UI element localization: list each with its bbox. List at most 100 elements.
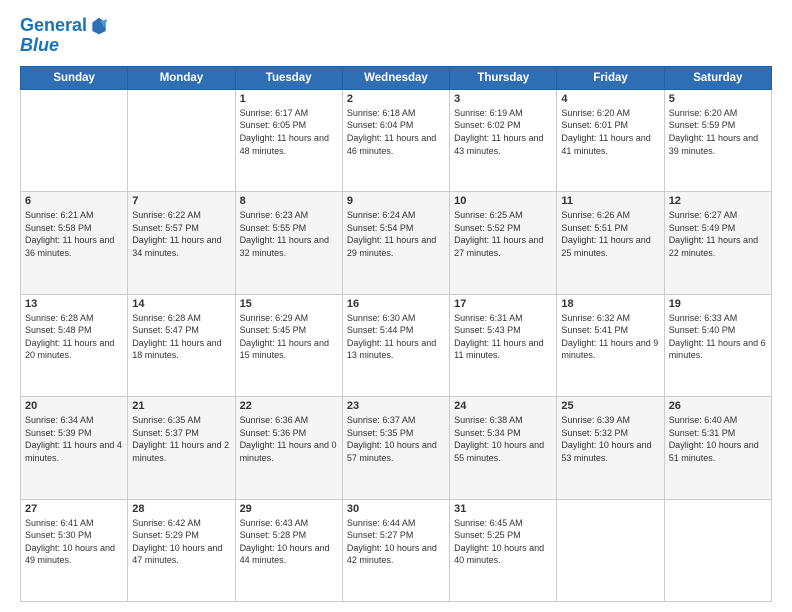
day-number: 16	[347, 298, 445, 310]
day-number: 2	[347, 93, 445, 105]
day-info: Sunrise: 6:27 AM Sunset: 5:49 PM Dayligh…	[669, 209, 767, 259]
day-cell: 30Sunrise: 6:44 AM Sunset: 5:27 PM Dayli…	[342, 499, 449, 601]
day-number: 8	[240, 195, 338, 207]
day-number: 22	[240, 400, 338, 412]
day-cell: 19Sunrise: 6:33 AM Sunset: 5:40 PM Dayli…	[664, 294, 771, 396]
day-cell: 10 Sunrise: 6:25 AM Sunset: 5:52 PM Dayli…	[450, 192, 557, 294]
day-number: 29	[240, 503, 338, 515]
day-info: Sunrise: 6:41 AM Sunset: 5:30 PM Dayligh…	[25, 517, 123, 567]
day-cell	[557, 499, 664, 601]
day-cell: 8 Sunrise: 6:23 AM Sunset: 5:55 PM Daylig…	[235, 192, 342, 294]
weekday-monday: Monday	[128, 66, 235, 89]
day-cell: 17 Sunrise: 6:31 AM Sunset: 5:43 PM Dayli…	[450, 294, 557, 396]
day-number: 4	[561, 93, 659, 105]
day-info: Sunrise: 6:22 AM Sunset: 5:57 PM Dayligh…	[132, 209, 230, 259]
day-info: Sunrise: 6:40 AM Sunset: 5:31 PM Dayligh…	[669, 414, 767, 464]
day-number: 1	[240, 93, 338, 105]
day-info: Sunrise: 6:19 AM Sunset: 6:02 PM Dayligh…	[454, 107, 552, 157]
week-row-4: 27 Sunrise: 6:41 AM Sunset: 5:30 PM Dayli…	[21, 499, 772, 601]
day-info: Sunrise: 6:23 AM Sunset: 5:55 PM Dayligh…	[240, 209, 338, 259]
logo-text: General	[20, 16, 87, 36]
day-info: Sunrise: 6:42 AM Sunset: 5:29 PM Dayligh…	[132, 517, 230, 567]
day-cell: 6 Sunrise: 6:21 AM Sunset: 5:58 PM Daylig…	[21, 192, 128, 294]
day-number: 17	[454, 298, 552, 310]
weekday-saturday: Saturday	[664, 66, 771, 89]
day-info: Sunrise: 6:21 AM Sunset: 5:58 PM Dayligh…	[25, 209, 123, 259]
day-cell: 2 Sunrise: 6:18 AM Sunset: 6:04 PM Daylig…	[342, 89, 449, 191]
day-info: Sunrise: 6:25 AM Sunset: 5:52 PM Dayligh…	[454, 209, 552, 259]
day-info: Sunrise: 6:20 AM Sunset: 6:01 PM Dayligh…	[561, 107, 659, 157]
day-number: 10	[454, 195, 552, 207]
weekday-header-row: SundayMondayTuesdayWednesdayThursdayFrid…	[21, 66, 772, 89]
weekday-wednesday: Wednesday	[342, 66, 449, 89]
week-row-3: 20 Sunrise: 6:34 AM Sunset: 5:39 PM Dayli…	[21, 397, 772, 499]
day-info: Sunrise: 6:39 AM Sunset: 5:32 PM Dayligh…	[561, 414, 659, 464]
day-info: Sunrise: 6:43 AM Sunset: 5:28 PM Dayligh…	[240, 517, 338, 567]
day-info: Sunrise: 6:24 AM Sunset: 5:54 PM Dayligh…	[347, 209, 445, 259]
weekday-thursday: Thursday	[450, 66, 557, 89]
day-cell: 21Sunrise: 6:35 AM Sunset: 5:37 PM Dayli…	[128, 397, 235, 499]
logo-blue: Blue	[20, 36, 109, 56]
day-cell: 9 Sunrise: 6:24 AM Sunset: 5:54 PM Daylig…	[342, 192, 449, 294]
day-cell: 31 Sunrise: 6:45 AM Sunset: 5:25 PM Dayli…	[450, 499, 557, 601]
weekday-tuesday: Tuesday	[235, 66, 342, 89]
day-info: Sunrise: 6:18 AM Sunset: 6:04 PM Dayligh…	[347, 107, 445, 157]
day-cell: 1 Sunrise: 6:17 AM Sunset: 6:05 PM Daylig…	[235, 89, 342, 191]
day-number: 23	[347, 400, 445, 412]
day-number: 9	[347, 195, 445, 207]
day-number: 25	[561, 400, 659, 412]
day-cell: 27 Sunrise: 6:41 AM Sunset: 5:30 PM Dayli…	[21, 499, 128, 601]
day-number: 15	[240, 298, 338, 310]
page: General Blue SundayMondayTuesdayWednesda…	[0, 0, 792, 612]
logo-icon	[89, 16, 109, 36]
day-info: Sunrise: 6:45 AM Sunset: 5:25 PM Dayligh…	[454, 517, 552, 567]
day-cell	[21, 89, 128, 191]
day-cell: 13Sunrise: 6:28 AM Sunset: 5:48 PM Dayli…	[21, 294, 128, 396]
day-info: Sunrise: 6:44 AM Sunset: 5:27 PM Dayligh…	[347, 517, 445, 567]
day-cell: 11 Sunrise: 6:26 AM Sunset: 5:51 PM Dayli…	[557, 192, 664, 294]
day-info: Sunrise: 6:37 AM Sunset: 5:35 PM Dayligh…	[347, 414, 445, 464]
day-number: 28	[132, 503, 230, 515]
day-number: 31	[454, 503, 552, 515]
day-cell: 4 Sunrise: 6:20 AM Sunset: 6:01 PM Daylig…	[557, 89, 664, 191]
calendar: SundayMondayTuesdayWednesdayThursdayFrid…	[20, 66, 772, 602]
day-cell: 18 Sunrise: 6:32 AM Sunset: 5:41 PM Dayli…	[557, 294, 664, 396]
day-cell: 12Sunrise: 6:27 AM Sunset: 5:49 PM Dayli…	[664, 192, 771, 294]
day-number: 24	[454, 400, 552, 412]
day-number: 26	[669, 400, 767, 412]
day-cell: 5Sunrise: 6:20 AM Sunset: 5:59 PM Daylig…	[664, 89, 771, 191]
day-number: 7	[132, 195, 230, 207]
day-info: Sunrise: 6:30 AM Sunset: 5:44 PM Dayligh…	[347, 312, 445, 362]
week-row-1: 6 Sunrise: 6:21 AM Sunset: 5:58 PM Daylig…	[21, 192, 772, 294]
day-number: 20	[25, 400, 123, 412]
day-cell: 29 Sunrise: 6:43 AM Sunset: 5:28 PM Dayli…	[235, 499, 342, 601]
day-info: Sunrise: 6:35 AM Sunset: 5:37 PM Dayligh…	[132, 414, 230, 464]
day-info: Sunrise: 6:17 AM Sunset: 6:05 PM Dayligh…	[240, 107, 338, 157]
day-cell: 15 Sunrise: 6:29 AM Sunset: 5:45 PM Dayli…	[235, 294, 342, 396]
day-info: Sunrise: 6:32 AM Sunset: 5:41 PM Dayligh…	[561, 312, 659, 362]
day-cell: 3 Sunrise: 6:19 AM Sunset: 6:02 PM Daylig…	[450, 89, 557, 191]
day-info: Sunrise: 6:31 AM Sunset: 5:43 PM Dayligh…	[454, 312, 552, 362]
weekday-sunday: Sunday	[21, 66, 128, 89]
day-cell: 16 Sunrise: 6:30 AM Sunset: 5:44 PM Dayli…	[342, 294, 449, 396]
day-cell	[664, 499, 771, 601]
day-info: Sunrise: 6:29 AM Sunset: 5:45 PM Dayligh…	[240, 312, 338, 362]
header: General Blue	[20, 16, 772, 56]
day-number: 3	[454, 93, 552, 105]
day-cell: 26 Sunrise: 6:40 AM Sunset: 5:31 PM Dayli…	[664, 397, 771, 499]
day-info: Sunrise: 6:28 AM Sunset: 5:48 PM Dayligh…	[25, 312, 123, 362]
week-row-2: 13Sunrise: 6:28 AM Sunset: 5:48 PM Dayli…	[21, 294, 772, 396]
day-number: 27	[25, 503, 123, 515]
day-info: Sunrise: 6:26 AM Sunset: 5:51 PM Dayligh…	[561, 209, 659, 259]
weekday-friday: Friday	[557, 66, 664, 89]
day-cell: 14Sunrise: 6:28 AM Sunset: 5:47 PM Dayli…	[128, 294, 235, 396]
day-info: Sunrise: 6:34 AM Sunset: 5:39 PM Dayligh…	[25, 414, 123, 464]
day-cell: 24Sunrise: 6:38 AM Sunset: 5:34 PM Dayli…	[450, 397, 557, 499]
day-cell	[128, 89, 235, 191]
day-info: Sunrise: 6:33 AM Sunset: 5:40 PM Dayligh…	[669, 312, 767, 362]
day-number: 6	[25, 195, 123, 207]
day-number: 18	[561, 298, 659, 310]
day-cell: 23 Sunrise: 6:37 AM Sunset: 5:35 PM Dayli…	[342, 397, 449, 499]
day-number: 11	[561, 195, 659, 207]
day-cell: 7 Sunrise: 6:22 AM Sunset: 5:57 PM Daylig…	[128, 192, 235, 294]
